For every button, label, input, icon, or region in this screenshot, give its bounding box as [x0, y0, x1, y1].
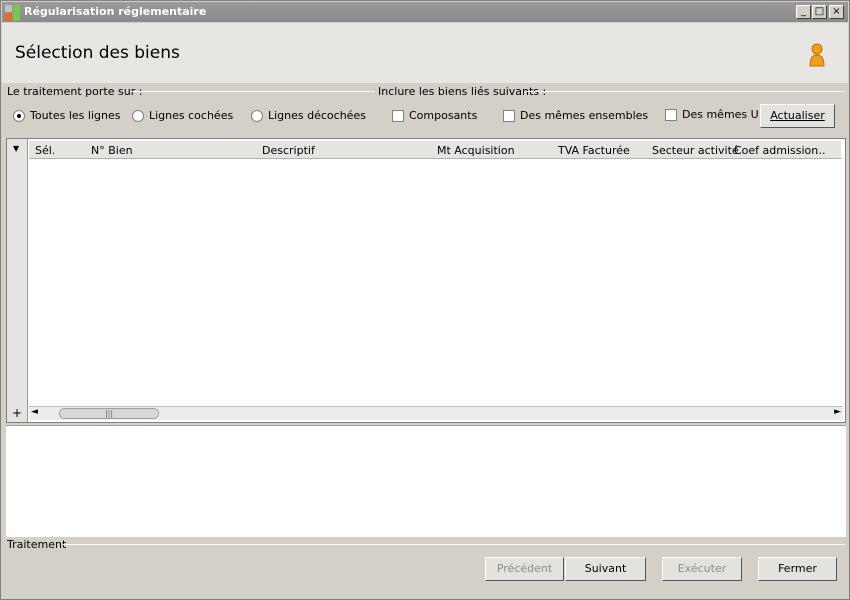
grid-header-row: Sél. N° Bien Descriptif Mt Acquisition T…	[29, 141, 841, 159]
scrollbar-thumb[interactable]: |||	[59, 408, 159, 419]
radio-checked-lines-label: Lignes cochées	[149, 109, 234, 122]
checkbox-icon[interactable]	[503, 109, 515, 122]
column-header-no-bien[interactable]: N° Bien	[91, 144, 133, 157]
title-bar[interactable]: Régularisation réglementaire _ □ ×	[2, 2, 848, 22]
checkbox-components[interactable]: Composants	[392, 109, 477, 122]
treatment-scope-label: Le traitement porte sur :	[7, 85, 146, 98]
radio-selected-icon[interactable]	[13, 109, 25, 122]
checkbox-icon[interactable]	[392, 109, 404, 122]
group-divider	[131, 91, 374, 92]
checkbox-same-u[interactable]: Des mêmes U.	[665, 108, 762, 121]
minimize-button[interactable]: _	[796, 5, 811, 19]
page-header: Sélection des biens	[2, 23, 848, 83]
scroll-left-icon[interactable]: ◄	[31, 407, 38, 417]
window-title: Régularisation réglementaire	[24, 5, 207, 18]
close-button[interactable]: Fermer	[758, 557, 837, 581]
radio-icon[interactable]	[251, 109, 263, 122]
scrollbar-grip: |||	[104, 409, 114, 418]
checkbox-same-sets-label: Des mêmes ensembles	[520, 109, 649, 122]
column-header-more[interactable]: ...	[815, 144, 826, 157]
column-header-descriptif[interactable]: Descriptif	[262, 144, 315, 157]
checkbox-icon[interactable]	[665, 108, 677, 121]
page-title: Sélection des biens	[15, 43, 180, 63]
group-divider	[527, 91, 845, 92]
close-window-button[interactable]: ×	[829, 5, 844, 19]
previous-button[interactable]: Précédent	[485, 557, 564, 581]
next-button[interactable]: Suivant	[565, 557, 646, 581]
actualiser-button-label: Actualiser	[770, 109, 825, 122]
assets-grid[interactable]: ▼ + Sél. N° Bien Descriptif Mt Acquisiti…	[6, 138, 846, 423]
radio-all-lines-label: Toutes les lignes	[30, 109, 121, 122]
maximize-button[interactable]: □	[812, 5, 827, 19]
include-linked-label: Inclure les biens liés suivants :	[378, 85, 550, 98]
radio-unchecked-lines-label: Lignes décochées	[268, 109, 366, 122]
app-icon	[5, 5, 21, 21]
column-header-tva-facturee[interactable]: TVA Facturée	[558, 144, 630, 157]
main-window: Régularisation réglementaire _ □ × Sélec…	[0, 0, 850, 600]
radio-icon[interactable]	[132, 109, 144, 122]
details-panel	[6, 425, 846, 537]
column-header-secteur-activite[interactable]: Secteur activité	[652, 144, 739, 157]
column-header-coef-admission[interactable]: Coef admission	[734, 144, 818, 157]
grid-row-header: ▼ +	[7, 139, 28, 422]
traitement-label: Traitement	[7, 538, 70, 551]
radio-checked-lines[interactable]: Lignes cochées	[132, 109, 233, 122]
checkbox-same-u-label: Des mêmes U.	[682, 108, 763, 121]
column-header-mt-acquisition[interactable]: Mt Acquisition	[437, 144, 515, 157]
radio-unchecked-lines[interactable]: Lignes décochées	[251, 109, 366, 122]
execute-button[interactable]: Exécuter	[662, 557, 742, 581]
column-header-sel[interactable]: Sél.	[35, 144, 55, 157]
user-icon[interactable]	[808, 43, 826, 67]
dropdown-arrow-icon[interactable]: ▼	[13, 144, 19, 153]
checkbox-same-sets[interactable]: Des mêmes ensembles	[503, 109, 648, 122]
actualiser-button[interactable]: Actualiser	[760, 104, 835, 128]
radio-all-lines[interactable]: Toutes les lignes	[13, 109, 120, 122]
horizontal-scrollbar[interactable]: ◄ ||| ►	[29, 406, 843, 420]
add-row-icon[interactable]: +	[12, 406, 22, 420]
checkbox-components-label: Composants	[409, 109, 478, 122]
group-divider	[63, 544, 845, 545]
scroll-right-icon[interactable]: ►	[834, 407, 841, 417]
